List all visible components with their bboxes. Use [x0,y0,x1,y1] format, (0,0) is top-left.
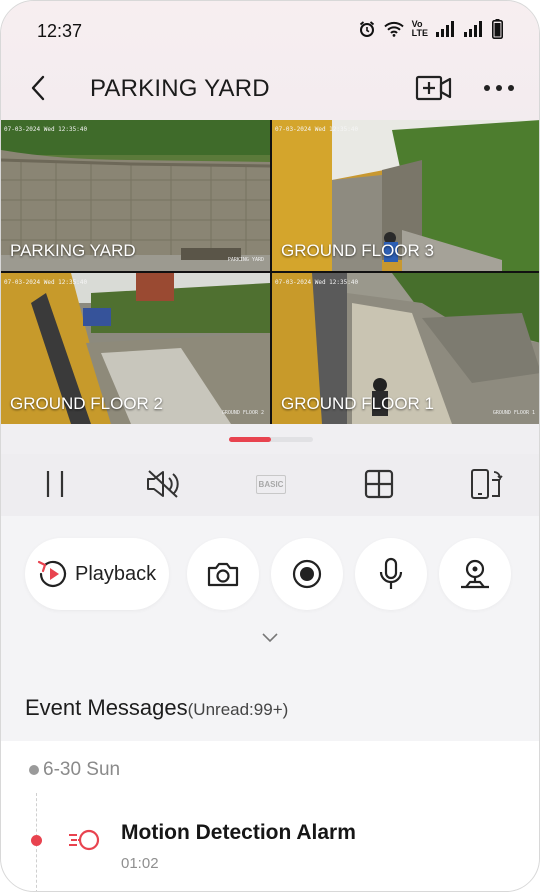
add-camera-icon [415,75,452,101]
signal-icon [436,21,456,37]
grid-layout-icon [364,469,394,499]
camera-label: GROUND FLOOR 1 [281,394,435,413]
camera-label: GROUND FLOOR 2 [10,394,164,413]
playback-label: Playback [75,562,157,585]
event-list: 6-30 Sun Motion Detection Alarm 01:02 [1,741,539,891]
snapshot-button[interactable] [187,538,259,610]
back-button[interactable] [23,71,53,105]
record-button[interactable] [271,538,343,610]
camera-watermark: PARKING YARD [227,257,264,263]
date-dot [29,765,39,775]
event-title[interactable]: Motion Detection Alarm [121,821,356,845]
quality-label: BASIC [255,474,287,494]
event-unread-dot [31,835,42,846]
page-indicator-fill [229,437,271,442]
camera-tile-ground-floor-2[interactable]: 07-03-2024 Wed 12:35:40 GROUND FLOOR 2 G… [1,273,270,424]
chevron-left-icon [31,75,45,101]
mute-button[interactable] [143,466,183,502]
event-messages-title: Event Messages(Unread:99+) [25,695,288,721]
camera-grid: 07-03-2024 Wed 12:35:40 PARKING YARD PAR… [1,120,539,424]
page-indicator [1,424,539,454]
camera-timestamp: 07-03-2024 Wed 12:35:40 [4,126,88,133]
page-indicator-track [229,437,313,442]
control-toolbar: BASIC [1,454,539,516]
event-messages-header[interactable]: Event Messages(Unread:99+) [1,681,539,741]
speaker-muted-icon [147,470,179,498]
status-time: 12:37 [37,21,83,41]
camera-watermark: GROUND FLOOR 2 [221,410,264,416]
event-item[interactable] [67,827,103,853]
action-panel: Playback [1,516,539,681]
expand-button[interactable] [259,630,281,644]
camera-icon [207,562,239,587]
unread-count: (Unread:99+) [187,700,289,719]
pause-icon [46,471,64,497]
ptz-icon [461,559,489,589]
phone-frame: 12:37 Vo LTE PARKING YARD 07-03-2024 Wed… [0,0,540,892]
camera-tile-ground-floor-3[interactable]: 07-03-2024 Wed 12:35:40 GROUND FLOOR 3 [272,120,539,271]
record-icon [292,559,322,589]
top-area: 12:37 Vo LTE PARKING YARD [1,1,539,121]
date-group: 6-30 Sun [29,759,120,781]
status-bar: 12:37 Vo LTE [1,1,539,59]
camera-tile-ground-floor-1[interactable]: 07-03-2024 Wed 12:35:40 GROUND FLOOR 1 G… [272,273,539,424]
screen-rotate-icon [471,469,503,499]
date-label: 6-30 Sun [43,759,121,780]
event-messages-label: Event Messages [25,695,188,720]
motion-alarm-icon [69,829,100,851]
chevron-down-icon [262,633,278,643]
page-title: PARKING YARD [90,75,270,102]
ptz-button[interactable] [439,538,511,610]
more-horizontal-icon [484,85,514,91]
event-time: 01:02 [121,855,159,872]
quality-button[interactable]: BASIC [251,466,291,502]
wifi-icon [383,21,404,37]
camera-tile-parking-yard[interactable]: 07-03-2024 Wed 12:35:40 PARKING YARD PAR… [1,120,270,271]
add-camera-button[interactable] [415,71,453,105]
microphone-icon [379,557,403,589]
camera-timestamp: 07-03-2024 Wed 12:35:40 [275,279,359,286]
battery-icon [492,19,503,39]
camera-label: PARKING YARD [10,241,136,260]
playback-icon [37,560,67,587]
camera-timestamp: 07-03-2024 Wed 12:35:40 [4,279,88,286]
layout-button[interactable] [359,466,399,502]
pause-button[interactable] [35,466,75,502]
signal-icon [464,21,484,37]
alarm-icon [358,20,376,38]
playback-button[interactable]: Playback [25,538,169,610]
volte-icon: Vo LTE [411,19,428,38]
rotate-button[interactable] [467,466,507,502]
header: PARKING YARD [1,63,539,115]
talk-button[interactable] [355,538,427,610]
status-icons: Vo LTE [358,19,503,39]
more-button[interactable] [481,73,517,103]
camera-timestamp: 07-03-2024 Wed 12:35:40 [275,126,359,133]
camera-watermark: GROUND FLOOR 1 [492,410,535,416]
camera-label: GROUND FLOOR 3 [281,241,435,260]
